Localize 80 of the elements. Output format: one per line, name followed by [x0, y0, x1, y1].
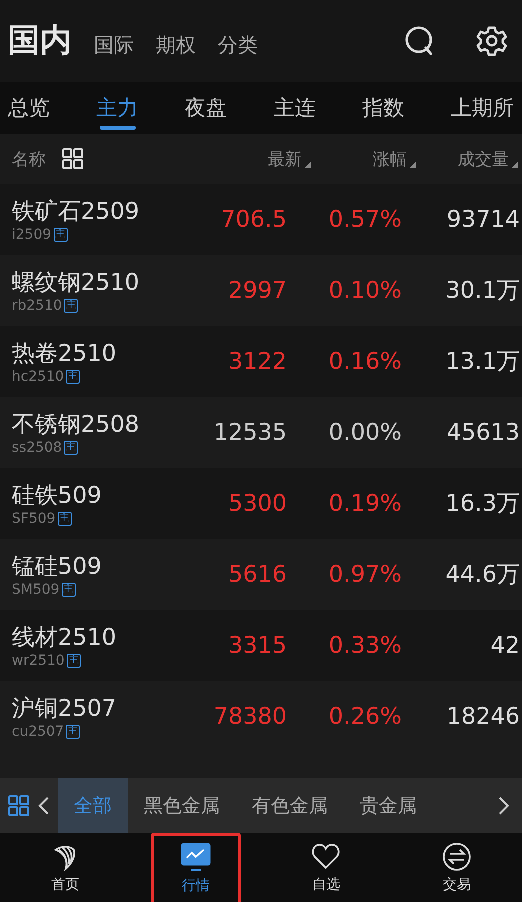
price-cell-text: 5616 — [227, 562, 287, 588]
contract-code: SF509 — [12, 511, 56, 527]
change-cell-text: 0.97% — [328, 562, 402, 588]
nav-item[interactable]: 交易 — [412, 833, 502, 902]
main-contract-badge: 主 — [58, 512, 72, 526]
volume-cell-text: 45613 — [446, 420, 520, 446]
quote-row[interactable]: 螺纹钢2510 rb2510 主 2997 0.10% 30.1万 — [0, 255, 522, 326]
volume-cell-text: 42 — [490, 632, 520, 658]
market-tab[interactable]: 期权 — [156, 24, 196, 58]
contract-name: 沪铜2507 — [12, 695, 118, 724]
sort-header[interactable]: 成交量 — [458, 148, 518, 170]
volume-cell-text: 30.1万 — [444, 277, 520, 306]
contract-name: 硅铁509 — [12, 482, 103, 511]
filter-tab[interactable]: 贵金属 — [344, 778, 433, 833]
price-cell-text: 5300 — [227, 490, 287, 516]
price-cell-text: 12535 — [212, 420, 287, 446]
market-tab[interactable]: 国际 — [94, 24, 134, 58]
chevron-left-icon[interactable] — [38, 796, 50, 816]
contract-name: 螺纹钢2510 — [12, 269, 141, 298]
volume-cell-text: 44.6万 — [444, 561, 520, 590]
contract-name: 线材2510 — [12, 624, 118, 653]
contract-code: ss2508 — [12, 440, 62, 456]
change-cell-text: 0.19% — [328, 490, 402, 516]
nav-item[interactable]: 行情 — [150, 833, 241, 902]
quote-row[interactable]: 沪铜2507 cu2507 主 78380 0.26% 18246 — [0, 681, 522, 752]
main-contract-badge: 主 — [66, 654, 81, 668]
change-cell-text: 0.57% — [328, 206, 402, 232]
price-cell-text: 3122 — [227, 348, 287, 374]
filter-tab[interactable]: 有色金属 — [236, 778, 344, 833]
category-tab[interactable]: 上期所 — [450, 82, 514, 134]
change-cell-text: 0.33% — [328, 632, 402, 658]
contract-code: wr2510 — [12, 653, 65, 669]
category-tab[interactable]: 总览 — [8, 82, 50, 134]
change-cell-text: 0.10% — [328, 278, 402, 304]
contract-code: cu2507 — [12, 724, 64, 740]
contract-code: i2509 — [12, 227, 52, 243]
quote-row[interactable]: 锰硅509 SM509 主 5616 0.97% 44.6万 — [0, 539, 522, 610]
exchange-icon — [442, 842, 472, 872]
price-cell-text: 2997 — [227, 278, 287, 304]
sort-header[interactable]: 涨幅 — [373, 148, 416, 170]
main-contract-badge: 主 — [62, 583, 76, 597]
price-cell-text: 78380 — [212, 704, 287, 730]
price-cell-text: 3315 — [227, 632, 287, 658]
sort-header[interactable]: 最新 — [268, 148, 311, 170]
main-contract-badge: 主 — [66, 370, 80, 384]
settings-icon[interactable] — [476, 25, 508, 57]
chevron-right-icon[interactable] — [498, 796, 510, 816]
nav-item[interactable]: 自选 — [281, 833, 372, 902]
category-tab[interactable]: 主力 — [96, 82, 139, 134]
category-tab[interactable]: 夜盘 — [185, 82, 228, 134]
change-cell-text: 0.16% — [328, 348, 402, 374]
price-cell-text: 706.5 — [220, 206, 287, 232]
main-contract-badge: 主 — [64, 299, 78, 313]
contract-name: 热卷2510 — [12, 340, 118, 369]
grid-icon[interactable] — [62, 148, 84, 170]
page-title[interactable]: 国内 — [8, 19, 72, 63]
category-tab[interactable]: 指数 — [362, 82, 404, 134]
nav-item[interactable]: 首页 — [20, 833, 110, 902]
volume-cell-text: 93714 — [446, 206, 520, 232]
contract-name: 铁矿石2509 — [12, 198, 141, 227]
contract-name: 不锈钢2508 — [12, 411, 141, 440]
main-contract-badge: 主 — [66, 725, 80, 739]
market-tab[interactable]: 分类 — [218, 24, 258, 58]
filter-tab[interactable]: 黑色金属 — [128, 778, 236, 833]
contract-code: hc2510 — [12, 369, 64, 385]
contract-code: rb2510 — [12, 298, 62, 314]
quote-row[interactable]: 不锈钢2508 ss2508 主 12535 0.00% 45613 — [0, 397, 522, 468]
category-tab[interactable]: 主连 — [274, 82, 316, 134]
main-contract-badge: 主 — [64, 441, 78, 455]
volume-cell-text: 13.1万 — [444, 348, 520, 377]
chart-icon — [180, 843, 211, 873]
heart-icon — [311, 842, 342, 872]
volume-cell-text: 16.3万 — [444, 490, 520, 519]
contract-name: 锰硅509 — [12, 553, 103, 582]
change-cell-text: 0.00% — [328, 420, 402, 446]
main-contract-badge: 主 — [54, 228, 68, 242]
volume-cell-text: 18246 — [446, 704, 520, 730]
contract-code: SM509 — [12, 582, 60, 598]
change-cell-text: 0.26% — [328, 704, 402, 730]
column-header: 名称 — [12, 148, 46, 170]
